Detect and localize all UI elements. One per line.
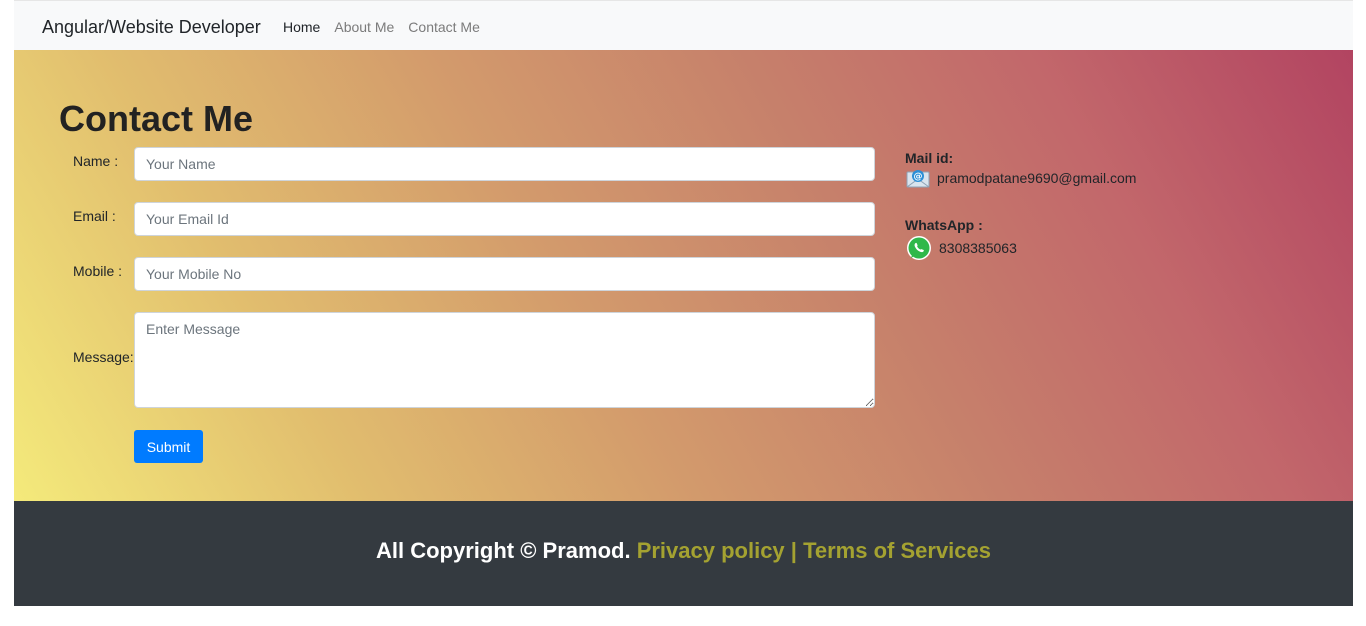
footer-text: All Copyright © Pramod. Privacy policy |… — [14, 538, 1353, 564]
mail-value[interactable]: pramodpatane9690@gmail.com — [937, 170, 1136, 186]
mail-icon: @ — [906, 168, 930, 188]
mobile-input[interactable] — [134, 257, 875, 291]
contact-section: Contact Me Name : Email : Mobile : Messa… — [14, 50, 1353, 501]
nav-link-about[interactable]: About Me — [334, 19, 394, 35]
footer-separator: | — [790, 538, 797, 563]
nav-link-contact[interactable]: Contact Me — [408, 19, 480, 35]
navbar: Angular/Website Developer Home About Me … — [14, 0, 1353, 50]
mail-row: @ pramodpatane9690@gmail.com — [906, 168, 1136, 188]
nav-links: Home About Me Contact Me — [283, 19, 480, 35]
message-textarea[interactable] — [134, 312, 875, 408]
name-input[interactable] — [134, 147, 875, 181]
page-frame: Angular/Website Developer Home About Me … — [14, 0, 1353, 606]
email-label: Email : — [73, 208, 116, 224]
whatsapp-icon — [906, 235, 932, 261]
footer-copyright: All Copyright © Pramod. — [376, 538, 631, 563]
whatsapp-heading: WhatsApp : — [905, 217, 983, 233]
mobile-label: Mobile : — [73, 263, 123, 279]
whatsapp-value[interactable]: 8308385063 — [939, 240, 1017, 256]
footer-privacy-link[interactable]: Privacy policy — [637, 538, 785, 563]
email-input[interactable] — [134, 202, 875, 236]
footer: All Copyright © Pramod. Privacy policy |… — [14, 501, 1353, 606]
nav-link-home[interactable]: Home — [283, 19, 320, 35]
mail-heading: Mail id: — [905, 150, 954, 166]
svg-text:@: @ — [914, 172, 923, 182]
name-label: Name : — [73, 153, 119, 169]
footer-terms-link[interactable]: Terms of Services — [803, 538, 991, 563]
submit-button[interactable]: Submit — [134, 430, 203, 463]
navbar-brand[interactable]: Angular/Website Developer — [42, 17, 261, 38]
message-label: Message: — [73, 349, 134, 365]
page-title: Contact Me — [59, 98, 254, 139]
whatsapp-row: 8308385063 — [906, 235, 1017, 261]
